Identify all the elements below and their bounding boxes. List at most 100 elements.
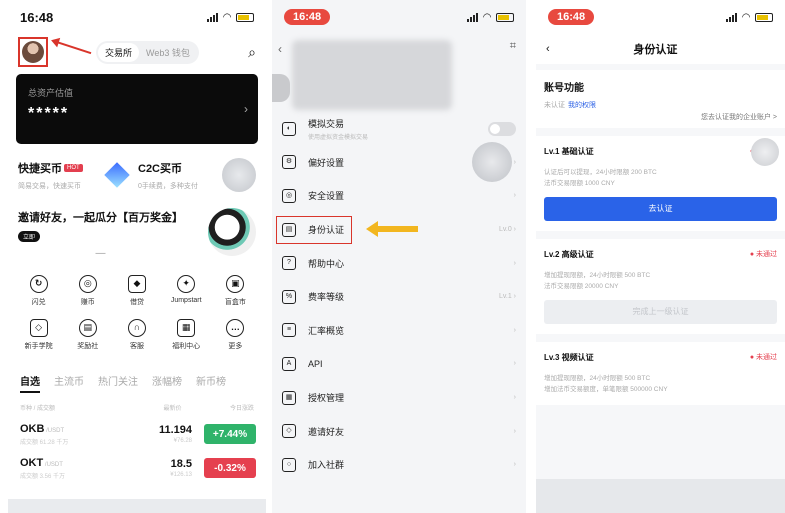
top-header: 交易所 Web3 钱包 ⌕ [8,34,266,70]
market-tab[interactable]: 涨幅榜 [152,373,182,393]
asset-value: ***** [28,105,70,122]
market-tab[interactable]: 热门关注 [98,373,138,393]
level-status: 未通过 [750,352,777,363]
blurred-floating-icon [751,138,779,166]
level-line: 增加提现限额，24小时限额 500 BTC [544,375,651,382]
menu-item[interactable]: % 费率等级 Lv.1 › [272,280,526,314]
menu-item[interactable]: ◐ 模拟交易 使用虚拟资金模拟交易 [272,112,526,146]
c2c-sub: 0手续费，多种支付 [138,183,198,190]
feature-item[interactable]: ∩ 客服 [112,319,161,351]
battery-icon [755,12,773,22]
status-time: 16:48 [548,9,595,25]
menu-item[interactable]: ◇ 邀请好友 › [272,414,526,448]
feature-item[interactable]: ◆ 借贷 [112,275,161,307]
my-permissions-link[interactable]: 我的权限 [568,102,596,109]
menu-icon: ○ [282,457,296,472]
phone-home-screen: 16:48 ◠ 交易所 Web3 钱包 ⌕ 总资产估值 ***** › 快捷买币… [8,0,266,513]
level-name: Lv.3 视频认证 [544,353,594,362]
asset-card[interactable]: 总资产估值 ***** › [16,74,258,144]
feature-item[interactable]: ▣ 盲盒市 [211,275,260,307]
c2c-buy-item[interactable]: C2C买币 0手续费，多种支付 [138,159,216,191]
wifi-icon: ◠ [483,11,491,23]
feature-item[interactable]: ▤ 奖励社 [63,319,112,351]
menu-icon: ◇ [282,424,296,439]
feature-item[interactable]: ▦ 福利中心 [162,319,211,351]
menu-item[interactable]: A API › [272,347,526,381]
menu-label: 加入社群 [308,460,345,471]
coin-name: OKT /USDT 成交额 3.56 千万 [20,457,132,480]
invite-button[interactable]: 立即 [18,231,41,242]
feature-item[interactable]: ↻ 闪兑 [14,275,63,307]
level-line: 法币交易限额 1000 CNY [544,180,615,187]
menu-icon: ◐ [282,121,296,136]
menu-item[interactable]: ○ 加入社群 › [272,448,526,482]
account-features: 账号功能 未认证 我的权限 您去认证我的企业账户 > [536,70,785,128]
feature-item[interactable]: ◎ 赚币 [63,275,112,307]
yellow-arrow-annotation [366,220,418,237]
menu-item[interactable]: ▦ 授权管理 › [272,381,526,415]
feature-item[interactable]: ◇ 新手学院 [14,319,63,351]
menu-label: 邀请好友 [308,426,345,437]
coin-price: 18.5 ¥126.13 [132,458,192,478]
menu-label: 帮助中心 [308,258,345,269]
menu-item[interactable]: ≡ 汇率概览 › [272,314,526,348]
banner-pager: — [95,248,106,259]
quick-buy-sub: 简易交易，快速买币 [18,183,81,190]
scan-icon[interactable]: ⌗ [510,40,516,53]
status-time: 16:48 [284,9,331,25]
hot-badge: HOT [64,163,83,172]
blurred-floating-icon [222,158,256,192]
market-tab[interactable]: 主流币 [54,373,84,393]
screenshot-collage: 16:48 ◠ 交易所 Web3 钱包 ⌕ 总资产估值 ***** › 快捷买币… [0,0,785,513]
level-name: Lv.1 基础认证 [544,147,594,156]
market-tab[interactable]: 自选 [20,373,40,393]
market-row[interactable]: OKT /USDT 成交额 3.56 千万 18.5 ¥126.13 -0.32% [20,456,256,480]
blurred-profile-info [292,40,452,110]
menu-item[interactable]: ? 帮助中心 › [272,246,526,280]
menu-right-text: › [513,427,516,435]
red-highlight-box [276,215,352,244]
feature-icon: ◎ [78,275,97,293]
search-icon[interactable]: ⌕ [248,44,256,61]
market-tab[interactable]: 新币榜 [196,373,226,393]
level-line: 增加提现限额，24小时限额 500 BTC [544,272,651,279]
avatar-highlight[interactable] [18,37,48,67]
enterprise-link[interactable]: 您去认证我的企业账户 > [701,112,777,122]
feature-icon: ∩ [127,319,146,337]
mode-switch[interactable]: 交易所 Web3 钱包 [96,40,199,64]
avatar[interactable] [22,41,44,63]
wifi-icon: ◠ [223,11,231,23]
tab-exchange[interactable]: 交易所 [98,42,140,62]
level-header: Lv.3 视频认证 未通过 [544,352,777,363]
invite-banner[interactable]: 邀请好友，一起瓜分【百万奖金】 立即 — [18,208,256,259]
coin-pair: /USDT [43,461,63,468]
tab-web3-wallet[interactable]: Web3 钱包 [139,43,197,62]
change-badge[interactable]: +7.44% [204,424,256,444]
feature-icon: ◆ [127,275,146,293]
coin-price: 11.194 ¥76.28 [132,424,192,444]
verify-button[interactable]: 去认证 [544,197,777,221]
menu-right-text: › [513,259,516,267]
market-row[interactable]: OKB /USDT 成交额 61.28 千万 11.194 ¥76.28 +7.44% [20,422,256,446]
col-price: 最新价 [163,406,182,412]
menu-right-text: Lv.1 › [499,293,516,301]
quick-buy-item[interactable]: 快捷买币 HOT 简易交易，快速买币 [18,159,96,191]
demo-toggle[interactable] [488,121,516,136]
battery-icon [496,12,514,22]
menu-icon: ▦ [282,390,296,405]
menu-item[interactable]: ⚙ 偏好设置 › [272,146,526,180]
menu-sublabel: 使用虚拟资金模拟交易 [308,134,369,141]
menu-item[interactable]: ◎ 安全设置 › [272,179,526,213]
level-header: Lv.1 基础认证未完成 [544,146,777,157]
col-coin: 币种 / 成交额 [20,406,56,412]
change-badge[interactable]: -0.32% [204,458,256,478]
feature-item[interactable]: … 更多 [211,319,260,351]
verification-level: Lv.1 基础认证未完成认证后可以提现，24小时限额 200 BTC 法币交易限额… [536,136,785,231]
menu-item[interactable]: ▤ 身份认证 Lv.0 › [272,213,526,247]
back-icon[interactable]: ‹ [278,42,282,56]
level-line: 增加法币交易额度，单笔限额 500000 CNY [544,386,668,393]
feature-item[interactable]: ✦ Jumpstart [162,275,211,307]
menu-icon: ⚙ [282,155,296,170]
signal-icon [207,12,219,22]
settings-menu: ◐ 模拟交易 使用虚拟资金模拟交易 ⚙ 偏好设置 › ◎ 安全设置 › ▤ 身份认证 Lv.0 ›? 帮… [272,112,526,482]
